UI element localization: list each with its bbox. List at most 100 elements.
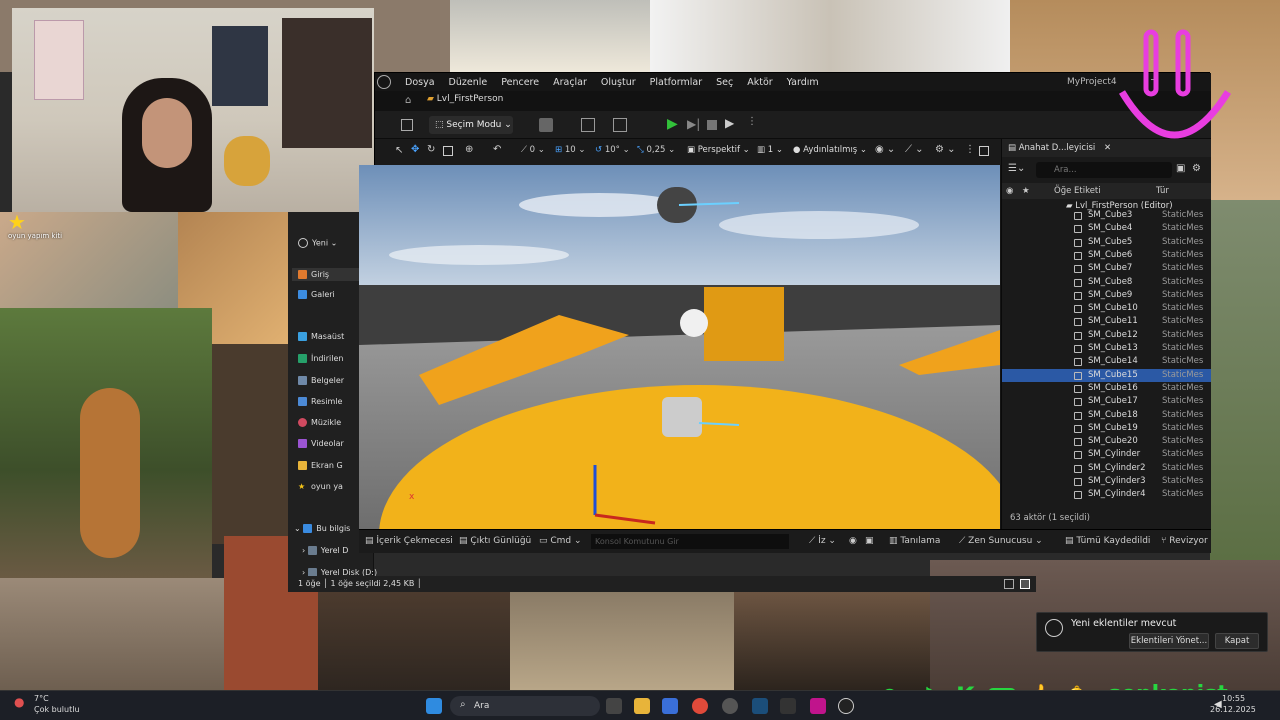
show-flags-icon[interactable]: ◉ ⌄	[875, 144, 895, 155]
outliner-row[interactable]: SM_Cylinder4 StaticMes	[1002, 488, 1211, 501]
details-view-icon[interactable]	[1004, 579, 1014, 589]
menu-file[interactable]: Dosya	[405, 77, 435, 88]
diagnostics-button[interactable]: ▥ Tanılama	[889, 536, 940, 546]
outliner-row[interactable]: SM_Cube16 StaticMes	[1002, 382, 1211, 395]
obs-icon[interactable]	[722, 698, 738, 714]
outliner-row[interactable]: SM_Cube18 StaticMes	[1002, 409, 1211, 422]
chrome-icon[interactable]	[692, 698, 708, 714]
new-button[interactable]: Yeni ⌄	[298, 238, 337, 248]
nav-pictures[interactable]: Resimle	[298, 397, 342, 406]
trace-dropdown[interactable]: ⟋ İz ⌄	[809, 536, 836, 546]
close-notification-button[interactable]: Kapat	[1215, 633, 1259, 649]
cinematics-icon[interactable]	[613, 118, 627, 132]
tiles-view-icon[interactable]	[1020, 579, 1030, 589]
perspective-dropdown[interactable]: ▣ Perspektif ⌄	[687, 145, 750, 155]
rotate-tool-icon[interactable]: ↻	[427, 144, 435, 155]
rotation-snap[interactable]: ↺ 10° ⌄	[595, 145, 630, 155]
unreal-engine-icon[interactable]	[838, 698, 854, 714]
outliner-row[interactable]: SM_Cube15 StaticMes	[1002, 368, 1211, 382]
launch-icon[interactable]: ▶	[725, 116, 734, 130]
task-view-icon[interactable]	[606, 698, 622, 714]
nav-screenshots[interactable]: Ekran G	[298, 461, 343, 470]
outliner-row[interactable]: SM_Cube8 StaticMes	[1002, 276, 1211, 289]
scale-snap[interactable]: ⤡ 0,25 ⌄	[637, 145, 675, 155]
options-icon[interactable]: ⋮	[965, 144, 975, 155]
nav-downloads[interactable]: İndirilen	[298, 354, 343, 363]
cmd-dropdown[interactable]: ▭ Cmd ⌄	[539, 536, 582, 546]
stop-button[interactable]	[707, 120, 717, 130]
camera-icon[interactable]: ▣	[865, 536, 874, 546]
nav-game-kit[interactable]: ★ oyun ya	[298, 482, 343, 491]
steam-icon[interactable]	[752, 698, 768, 714]
menu-tools[interactable]: Araçlar	[553, 77, 587, 88]
close-icon[interactable]: ✕	[1104, 143, 1111, 153]
maximize-viewport-icon[interactable]	[979, 146, 989, 156]
angle-snap[interactable]: ⟋ 0 ⌄	[521, 145, 545, 155]
outliner-row[interactable]: SM_Cube12 StaticMes	[1002, 329, 1211, 342]
level-viewport[interactable]: x	[359, 165, 1000, 529]
menu-actor[interactable]: Aktör	[747, 77, 772, 88]
outliner-row[interactable]: SM_Cube3 StaticMes	[1002, 209, 1211, 222]
outliner-row[interactable]: SM_Cylinder2 StaticMes	[1002, 462, 1211, 475]
home-icon[interactable]: ⌂	[405, 95, 411, 106]
start-icon[interactable]	[426, 698, 442, 714]
manage-plugins-button[interactable]: Eklentileri Yönet...	[1129, 633, 1209, 649]
menu-select[interactable]: Seç	[716, 77, 733, 88]
lit-mode-dropdown[interactable]: ● Aydınlatılmış ⌄	[793, 145, 867, 155]
outliner-row[interactable]: SM_Cube4 StaticMes	[1002, 222, 1211, 235]
menu-edit[interactable]: Düzenle	[449, 77, 488, 88]
blueprint-icon[interactable]	[581, 118, 595, 132]
skylight-icon[interactable]	[680, 309, 708, 337]
outliner-row[interactable]: SM_Cube5 StaticMes	[1002, 236, 1211, 249]
nav-gallery[interactable]: Galeri	[298, 290, 335, 299]
add-actor-icon[interactable]	[539, 118, 553, 132]
outliner-row[interactable]: SM_Cube9 StaticMes	[1002, 289, 1211, 302]
outliner-row[interactable]: SM_Cylinder3 StaticMes	[1002, 475, 1211, 488]
nav-documents[interactable]: Belgeler	[298, 376, 344, 385]
save-all-button[interactable]: ▤ Tümü Kaydedildi	[1065, 536, 1150, 546]
settings-icon[interactable]: ⚙ ⌄	[935, 144, 956, 155]
level-tab[interactable]: ▰ Lvl_FirstPerson	[427, 94, 537, 110]
outliner-row[interactable]: SM_Cube6 StaticMes	[1002, 249, 1211, 262]
player-start-icon[interactable]	[662, 397, 702, 437]
outliner-row[interactable]: SM_Cube14 StaticMes	[1002, 355, 1211, 368]
outliner-row[interactable]: SM_Cube17 StaticMes	[1002, 395, 1211, 408]
outliner-search-input[interactable]: Ara...	[1036, 162, 1172, 178]
content-browser-icon[interactable]	[401, 119, 413, 131]
menu-build[interactable]: Oluştur	[601, 77, 636, 88]
nav-desktop[interactable]: Masaüst	[298, 332, 344, 341]
camera-speed[interactable]: ▥ 1 ⌄	[757, 145, 783, 155]
play-button[interactable]: ▶	[667, 116, 678, 132]
record-icon[interactable]: ◉	[849, 536, 857, 546]
nav-this-pc[interactable]: ⌄ Bu bilgis	[294, 524, 350, 533]
output-log-button[interactable]: ▤ Çıktı Günlüğü	[459, 536, 531, 546]
filter-icon[interactable]: ☰⌄	[1008, 163, 1030, 177]
grid-snap[interactable]: ⊞ 10 ⌄	[555, 145, 585, 155]
outliner-row[interactable]: SM_Cylinder5 StaticMes	[1002, 502, 1211, 504]
selection-mode-dropdown[interactable]: ⬚ Seçim Modu ⌄	[429, 116, 513, 134]
advance-frame-icon[interactable]: ▶|	[687, 117, 700, 131]
nav-local-disk-c[interactable]: › Yerel D	[302, 546, 348, 555]
menu-help[interactable]: Yardım	[787, 77, 819, 88]
scale-tool-icon[interactable]	[443, 146, 453, 156]
outliner-row[interactable]: SM_Cube13 StaticMes	[1002, 342, 1211, 355]
outliner-row[interactable]: SM_Cube7 StaticMes	[1002, 262, 1211, 275]
epic-games-icon[interactable]	[780, 698, 796, 714]
outliner-row[interactable]: SM_Cylinder StaticMes	[1002, 448, 1211, 461]
nav-music[interactable]: Müzikle	[298, 418, 341, 427]
zen-server-button[interactable]: ⟋ Zen Sunucusu ⌄	[959, 536, 1043, 546]
store-icon[interactable]	[662, 698, 678, 714]
add-folder-icon[interactable]: ▣	[1176, 163, 1185, 174]
nav-videos[interactable]: Videolar	[298, 439, 344, 448]
move-tool-icon[interactable]: ✥	[411, 144, 419, 155]
realtime-icon[interactable]: ⟋ ⌄	[905, 144, 924, 155]
menu-window[interactable]: Pencere	[501, 77, 539, 88]
taskbar-search[interactable]: Ara	[450, 696, 600, 716]
revision-control-button[interactable]: ⑂ Revizyor	[1161, 536, 1208, 546]
outliner-row[interactable]: SM_Cube10 StaticMes	[1002, 302, 1211, 315]
settings-icon[interactable]: ⚙	[1192, 163, 1201, 174]
app-icon[interactable]	[810, 698, 826, 714]
outliner-row[interactable]: SM_Cube20 StaticMes	[1002, 435, 1211, 448]
file-explorer-icon[interactable]	[634, 698, 650, 714]
content-drawer-button[interactable]: ▤ İçerik Çekmecesi	[365, 536, 453, 546]
